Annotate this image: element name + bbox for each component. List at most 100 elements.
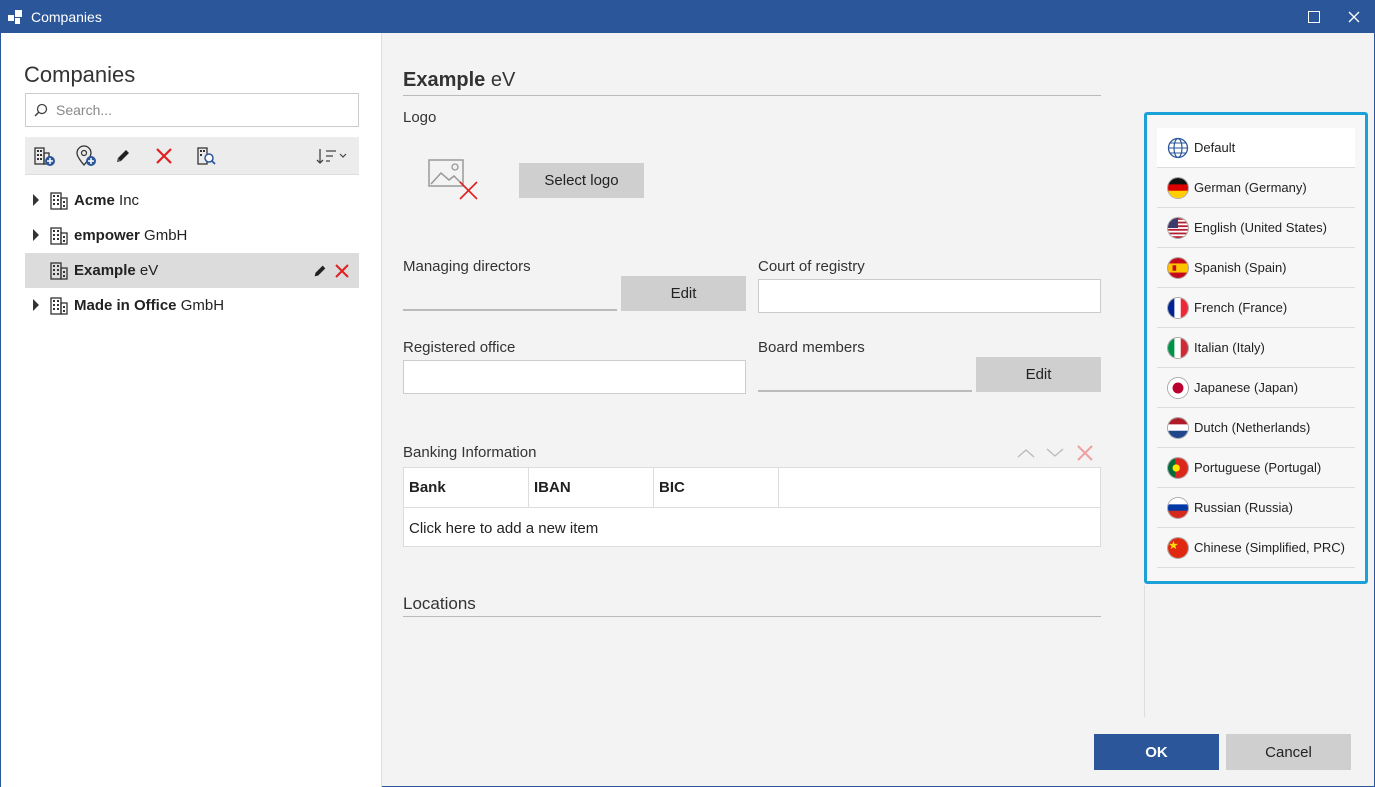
tree-item-made-in-office[interactable]: Made in Office GmbH bbox=[25, 288, 359, 323]
building-icon bbox=[50, 297, 68, 315]
delete-button[interactable] bbox=[151, 144, 177, 168]
language-item-french[interactable]: French (France) bbox=[1157, 288, 1355, 328]
language-item-italian[interactable]: Italian (Italy) bbox=[1157, 328, 1355, 368]
tree-item-example[interactable]: Example eV bbox=[25, 253, 359, 288]
flag-cn-icon bbox=[1167, 537, 1189, 559]
chevron-up-icon bbox=[1017, 449, 1035, 458]
expand-arrow-icon[interactable] bbox=[33, 229, 39, 241]
search-input[interactable] bbox=[56, 100, 346, 120]
managing-directors-edit-button[interactable]: Edit bbox=[621, 276, 746, 311]
building-icon bbox=[50, 227, 68, 245]
company-tree: Acme Inc empower GmbH Example eV Made in… bbox=[25, 183, 359, 323]
expand-arrow-icon[interactable] bbox=[33, 299, 39, 311]
board-members-label: Board members bbox=[758, 339, 865, 356]
board-members-edit-button[interactable]: Edit bbox=[976, 357, 1101, 392]
banking-table: Bank IBAN BIC Click here to add a new it… bbox=[403, 467, 1101, 547]
column-header-bank[interactable]: Bank bbox=[404, 468, 529, 508]
add-company-button[interactable] bbox=[31, 144, 57, 168]
tree-item-acme[interactable]: Acme Inc bbox=[25, 183, 359, 218]
board-members-field[interactable] bbox=[758, 390, 972, 392]
select-logo-button[interactable]: Select logo bbox=[519, 163, 644, 198]
language-list: Default German (Germany) English (United… bbox=[1157, 128, 1355, 568]
sort-button[interactable] bbox=[315, 144, 351, 168]
registered-office-label: Registered office bbox=[403, 339, 516, 356]
cancel-button[interactable]: Cancel bbox=[1226, 734, 1351, 770]
search-company-icon bbox=[197, 147, 216, 165]
item-edit-button[interactable] bbox=[311, 262, 329, 280]
close-button[interactable] bbox=[1334, 1, 1374, 33]
company-detail-panel: Example eV Logo Select logo Managing dir… bbox=[383, 33, 1143, 787]
maximize-button[interactable] bbox=[1294, 1, 1334, 33]
building-icon bbox=[50, 192, 68, 210]
window-title: Companies bbox=[31, 9, 102, 25]
language-item-default[interactable]: Default bbox=[1157, 128, 1355, 168]
language-name: Russian (Russia) bbox=[1194, 500, 1293, 515]
search-company-button[interactable] bbox=[193, 144, 219, 168]
language-item-portuguese[interactable]: Portuguese (Portugal) bbox=[1157, 448, 1355, 488]
close-icon bbox=[1348, 11, 1360, 23]
language-item-chinese[interactable]: Chinese (Simplified, PRC) bbox=[1157, 528, 1355, 568]
language-name: Italian (Italy) bbox=[1194, 340, 1265, 355]
globe-icon bbox=[1167, 137, 1189, 159]
language-name: German (Germany) bbox=[1194, 180, 1307, 195]
add-location-button[interactable] bbox=[73, 144, 99, 168]
heading-divider bbox=[403, 95, 1101, 96]
no-image-icon bbox=[428, 159, 478, 200]
edit-icon bbox=[314, 265, 326, 277]
sidebar-toolbar bbox=[25, 137, 359, 175]
language-panel: Default German (Germany) English (United… bbox=[1144, 112, 1368, 584]
language-item-english[interactable]: English (United States) bbox=[1157, 208, 1355, 248]
language-name: Chinese (Simplified, PRC) bbox=[1194, 540, 1345, 555]
court-of-registry-input[interactable] bbox=[758, 279, 1101, 313]
banking-label: Banking Information bbox=[403, 444, 537, 461]
column-header-iban[interactable]: IBAN bbox=[529, 468, 654, 508]
locations-divider bbox=[403, 616, 1101, 617]
item-delete-button[interactable] bbox=[333, 262, 351, 280]
language-name: Spanish (Spain) bbox=[1194, 260, 1287, 275]
language-item-dutch[interactable]: Dutch (Netherlands) bbox=[1157, 408, 1355, 448]
edit-button[interactable] bbox=[110, 144, 136, 168]
managing-directors-field[interactable] bbox=[403, 309, 617, 311]
tree-item-label: Acme Inc bbox=[74, 192, 140, 209]
tree-item-label: empower GmbH bbox=[74, 227, 188, 244]
court-of-registry-label: Court of registry bbox=[758, 258, 865, 275]
language-name: Japanese (Japan) bbox=[1194, 380, 1299, 395]
language-item-german[interactable]: German (Germany) bbox=[1157, 168, 1355, 208]
edit-icon bbox=[117, 150, 129, 162]
move-down-button[interactable] bbox=[1044, 445, 1066, 461]
language-name: French (France) bbox=[1194, 300, 1288, 315]
delete-icon bbox=[1077, 445, 1093, 461]
companies-window: Companies Companies Search... Acme Inc e… bbox=[0, 0, 1375, 787]
move-up-button[interactable] bbox=[1015, 445, 1037, 461]
add-new-item-row[interactable]: Click here to add a new item bbox=[409, 520, 598, 537]
language-item-japanese[interactable]: Japanese (Japan) bbox=[1157, 368, 1355, 408]
language-item-spanish[interactable]: Spanish (Spain) bbox=[1157, 248, 1355, 288]
logo-label: Logo bbox=[403, 109, 437, 126]
app-icon bbox=[8, 10, 22, 24]
column-header-bic[interactable]: BIC bbox=[654, 468, 779, 508]
expand-arrow-icon[interactable] bbox=[33, 194, 39, 206]
language-item-russian[interactable]: Russian (Russia) bbox=[1157, 488, 1355, 528]
tree-item-empower[interactable]: empower GmbH bbox=[25, 218, 359, 253]
tree-item-label: Example eV bbox=[74, 262, 159, 279]
building-icon bbox=[50, 262, 68, 280]
ok-button[interactable]: OK bbox=[1094, 734, 1219, 770]
flag-pt-icon bbox=[1167, 457, 1189, 479]
flag-es-icon bbox=[1167, 257, 1189, 279]
companies-sidebar: Companies Search... Acme Inc empower Gmb… bbox=[1, 33, 382, 787]
flag-ru-icon bbox=[1167, 497, 1189, 519]
registered-office-input[interactable] bbox=[403, 360, 746, 394]
search-box[interactable] bbox=[25, 93, 359, 127]
managing-directors-label: Managing directors bbox=[403, 258, 531, 275]
flag-nl-icon bbox=[1167, 417, 1189, 439]
flag-fr-icon bbox=[1167, 297, 1189, 319]
language-name: Dutch (Netherlands) bbox=[1194, 420, 1311, 435]
table-header: Bank IBAN BIC bbox=[404, 468, 1100, 508]
remove-row-button[interactable] bbox=[1074, 445, 1096, 461]
flag-it-icon bbox=[1167, 337, 1189, 359]
flag-de-icon bbox=[1167, 177, 1189, 199]
sidebar-heading: Companies bbox=[24, 62, 136, 87]
language-name: English (United States) bbox=[1194, 220, 1327, 235]
flag-us-icon bbox=[1167, 217, 1189, 239]
company-heading: Example eV bbox=[403, 69, 516, 91]
